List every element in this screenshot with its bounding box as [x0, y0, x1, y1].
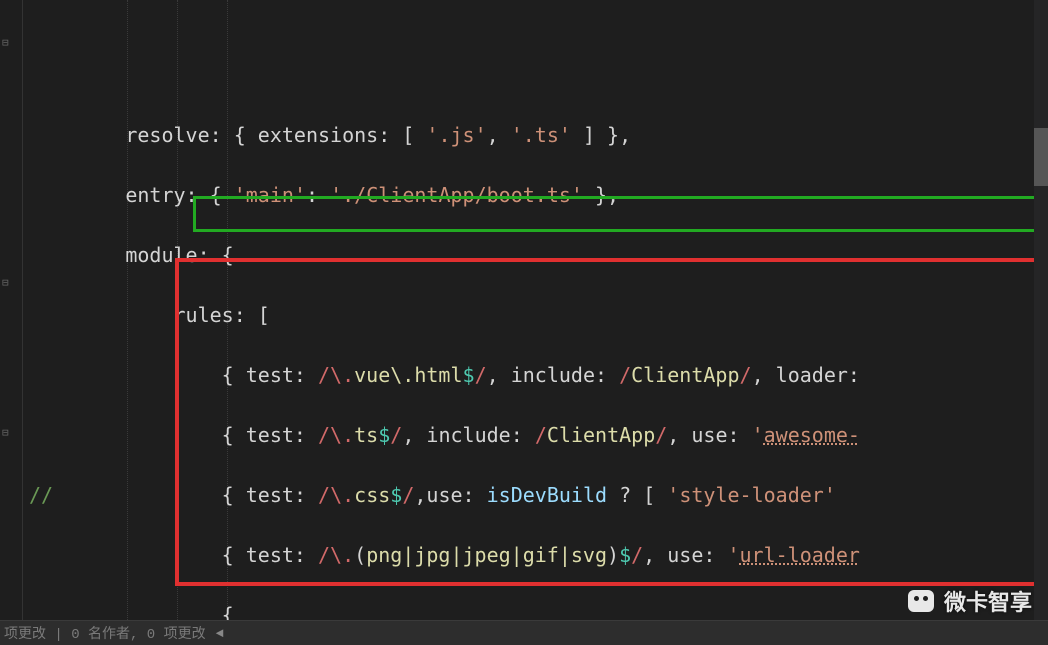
vertical-scrollbar[interactable] [1034, 0, 1048, 620]
wechat-icon [908, 590, 934, 612]
scrollbar-thumb[interactable] [1034, 128, 1048, 186]
code-line: module: { [29, 240, 860, 270]
fold-marker[interactable]: ⊟ [2, 426, 9, 440]
scroll-left-icon[interactable]: ◄ [214, 626, 226, 641]
watermark: 微卡智享 [908, 585, 1032, 617]
status-bar: 项更改 | 0 名作者, 0 项更改 ◄ [0, 620, 1048, 645]
code-line: rules: [ [29, 300, 860, 330]
watermark-text: 微卡智享 [944, 585, 1032, 617]
code-area[interactable]: resolve: { extensions: [ '.js', '.ts' ] … [23, 0, 860, 620]
code-line: { [29, 600, 860, 620]
code-line: entry: { 'main': './ClientApp/boot.ts' }… [29, 180, 860, 210]
code-lines: resolve: { extensions: [ '.js', '.ts' ] … [29, 120, 860, 620]
code-line: resolve: { extensions: [ '.js', '.ts' ] … [29, 120, 860, 150]
fold-marker[interactable]: ⊟ [2, 276, 9, 290]
status-text: 项更改 | 0 名作者, 0 项更改 [4, 623, 206, 643]
code-line: { test: /\.vue\.html$/, include: /Client… [29, 360, 860, 390]
code-line: { test: /\.(png|jpg|jpeg|gif|svg)$/, use… [29, 540, 860, 570]
horizontal-scrollbar[interactable]: ◄ [214, 626, 226, 641]
code-editor[interactable]: ⊟ ⊟ ⊟ resolve: { extensions: [ '.js', '.… [0, 0, 1048, 620]
code-line: { test: /\.ts$/, include: /ClientApp/, u… [29, 420, 860, 450]
fold-marker[interactable]: ⊟ [2, 36, 9, 50]
gutter: ⊟ ⊟ ⊟ [0, 0, 23, 620]
code-line: // { test: /\.css$/,use: isDevBuild ? [ … [29, 480, 860, 510]
